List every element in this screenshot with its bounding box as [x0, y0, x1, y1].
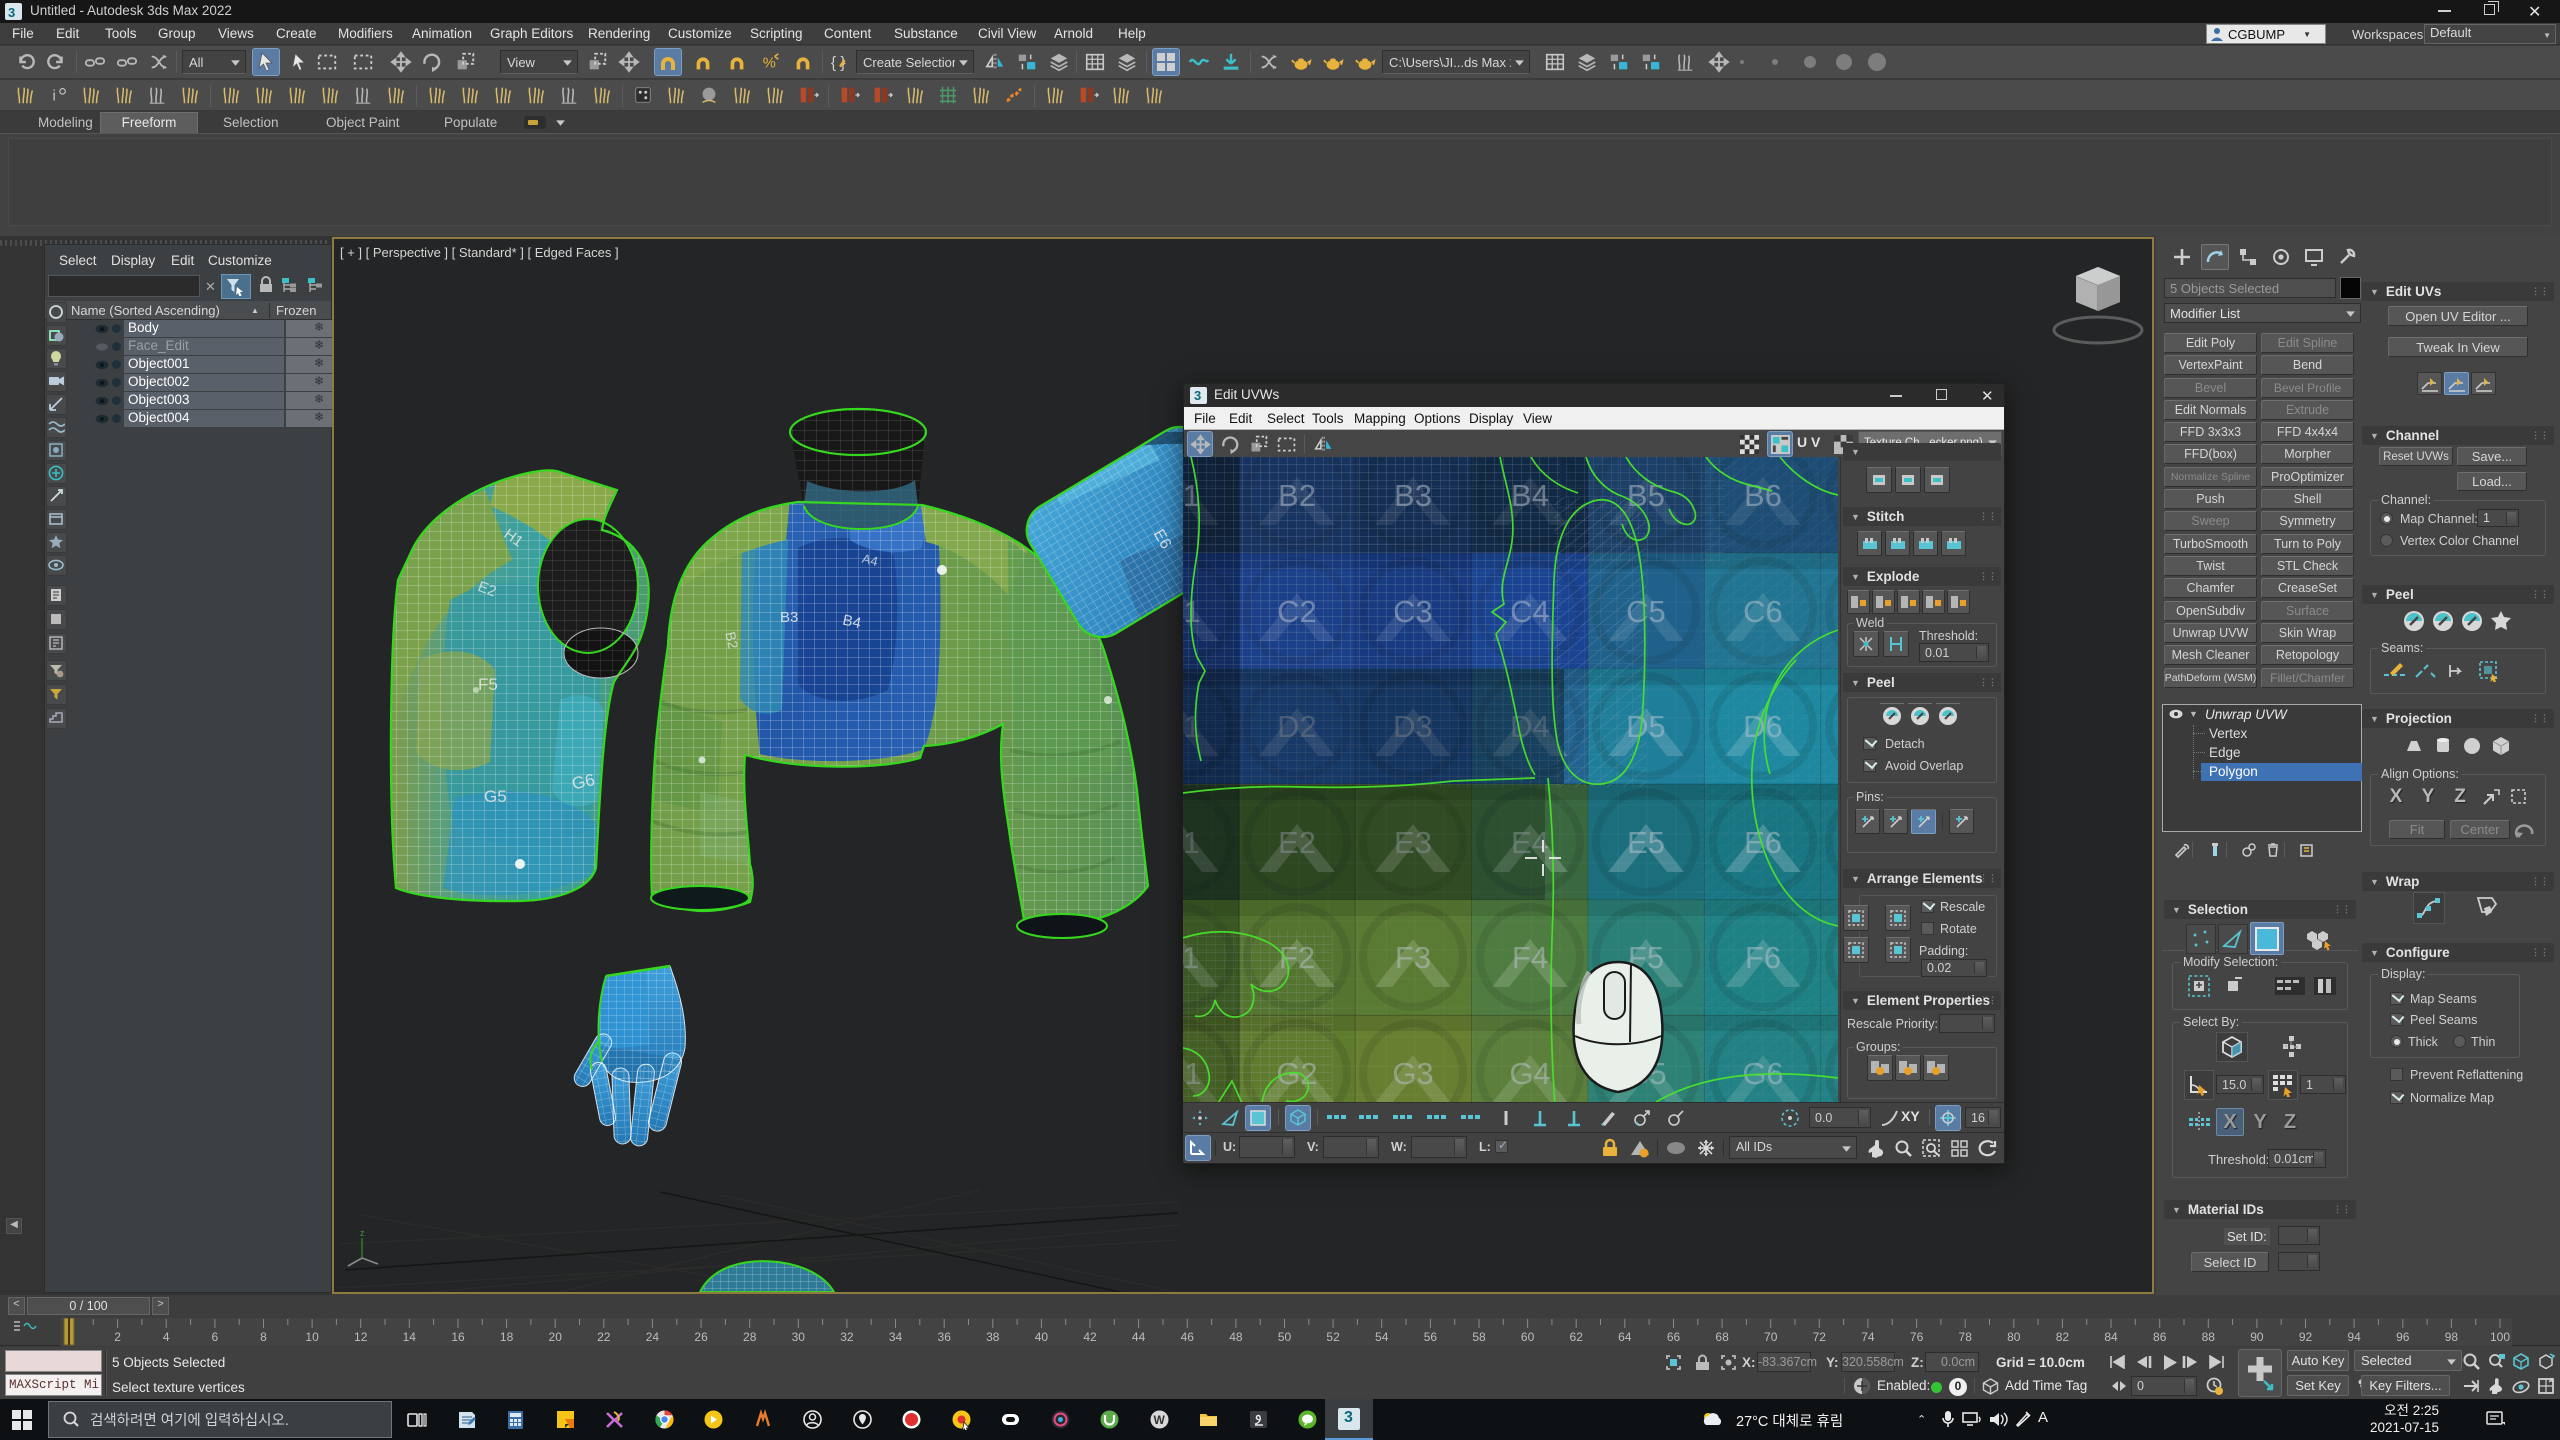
svg-text:24: 24: [646, 1330, 660, 1344]
svg-text:74: 74: [1861, 1330, 1875, 1344]
svg-text:38: 38: [986, 1330, 1000, 1344]
svg-text:66: 66: [1667, 1330, 1681, 1344]
svg-text:72: 72: [1813, 1330, 1827, 1344]
svg-text:60: 60: [1521, 1330, 1535, 1344]
svg-text:36: 36: [938, 1330, 952, 1344]
svg-text:z: z: [360, 1228, 365, 1238]
svg-text:80: 80: [2007, 1330, 2021, 1344]
svg-text:48: 48: [1229, 1330, 1243, 1344]
svg-text:56: 56: [1424, 1330, 1438, 1344]
svg-text:76: 76: [1910, 1330, 1924, 1344]
svg-text:18: 18: [500, 1330, 514, 1344]
svg-text:50: 50: [1278, 1330, 1292, 1344]
svg-text:26: 26: [694, 1330, 708, 1344]
svg-text:44: 44: [1132, 1330, 1146, 1344]
svg-text:46: 46: [1181, 1330, 1195, 1344]
svg-text:28: 28: [743, 1330, 757, 1344]
svg-text:98: 98: [2445, 1330, 2459, 1344]
svg-text:100: 100: [2490, 1330, 2510, 1344]
svg-text:6: 6: [212, 1330, 219, 1344]
svg-text:16: 16: [451, 1330, 465, 1344]
svg-text:70: 70: [1764, 1330, 1778, 1344]
svg-text:14: 14: [403, 1330, 417, 1344]
svg-text:94: 94: [2347, 1330, 2361, 1344]
svg-text:58: 58: [1472, 1330, 1486, 1344]
svg-text:F5: F5: [478, 675, 498, 694]
svg-text:64: 64: [1618, 1330, 1632, 1344]
svg-text:42: 42: [1083, 1330, 1097, 1344]
svg-text:+: +: [1635, 1119, 1640, 1128]
svg-text:G5: G5: [484, 787, 507, 806]
svg-text:4: 4: [163, 1330, 170, 1344]
svg-text:82: 82: [2056, 1330, 2070, 1344]
svg-text:G4: G4: [1509, 1056, 1550, 1091]
svg-text:8: 8: [260, 1330, 267, 1344]
svg-text:78: 78: [1959, 1330, 1973, 1344]
svg-text:B3: B3: [780, 609, 798, 626]
svg-text:G3: G3: [1392, 1056, 1433, 1091]
svg-text:54: 54: [1375, 1330, 1389, 1344]
svg-text:20: 20: [549, 1330, 563, 1344]
svg-text:10: 10: [305, 1330, 319, 1344]
svg-text:68: 68: [1715, 1330, 1729, 1344]
svg-text:88: 88: [2202, 1330, 2216, 1344]
svg-text:34: 34: [889, 1330, 903, 1344]
svg-text:E5: E5: [1627, 825, 1665, 860]
svg-text:90: 90: [2250, 1330, 2264, 1344]
svg-text:2: 2: [114, 1330, 121, 1344]
svg-text:92: 92: [2299, 1330, 2313, 1344]
svg-text:32: 32: [840, 1330, 854, 1344]
svg-text:96: 96: [2396, 1330, 2410, 1344]
svg-text:W: W: [1153, 1413, 1165, 1427]
svg-text:40: 40: [1035, 1330, 1049, 1344]
svg-text:22: 22: [597, 1330, 611, 1344]
svg-text:52: 52: [1326, 1330, 1340, 1344]
svg-text:86: 86: [2153, 1330, 2167, 1344]
svg-text:84: 84: [2104, 1330, 2118, 1344]
svg-text:30: 30: [792, 1330, 806, 1344]
svg-text:F3: F3: [1395, 940, 1431, 975]
svg-text:12: 12: [354, 1330, 368, 1344]
svg-text:62: 62: [1570, 1330, 1584, 1344]
svg-text:F4: F4: [1512, 940, 1548, 975]
